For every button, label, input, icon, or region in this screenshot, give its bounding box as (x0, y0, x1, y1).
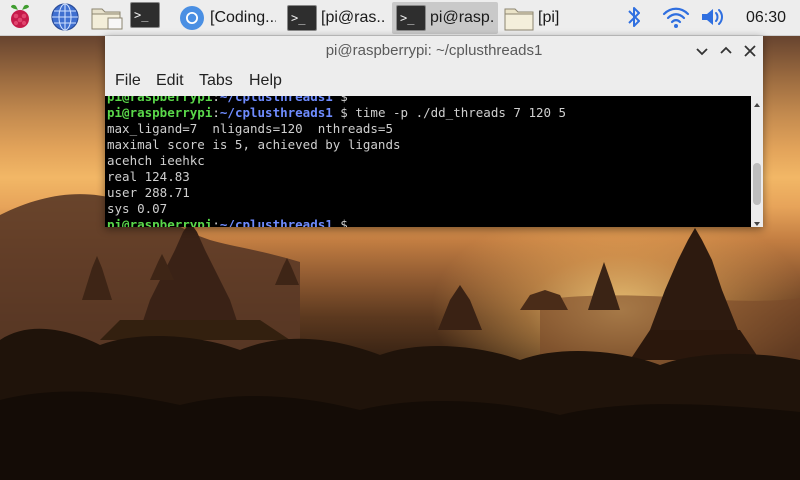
raspberry-menu-icon[interactable] (5, 2, 35, 32)
mid-temple-3 (438, 285, 482, 330)
prompt-user: pi@raspberrypi (107, 105, 213, 120)
terminal-prompt-line: pi@raspberrypi:~/cplusthreads1 $ (107, 96, 566, 105)
mid-temple-1 (588, 262, 620, 310)
scroll-down-arrow-icon[interactable] (751, 215, 763, 227)
terminal-prompt-line: pi@raspberrypi:~/cplusthreads1 $ (107, 217, 566, 227)
task-chromium[interactable]: [Coding... (174, 2, 280, 34)
web-browser-icon[interactable] (50, 2, 80, 32)
terminal-output-line: max_ligand=7 nligands=120 nthreads=5 (107, 121, 393, 136)
wifi-icon[interactable] (660, 2, 692, 32)
maximize-icon[interactable] (717, 42, 735, 60)
terminal-output-line: sys 0.07 (107, 201, 168, 216)
right-temple (650, 228, 738, 330)
prompt-path: ~/cplusthreads1 (219, 217, 333, 227)
chromium-icon (180, 6, 204, 30)
folder-icon (504, 8, 534, 31)
menu-help[interactable]: Help (248, 66, 283, 96)
task-label-chromium: [Coding... (210, 9, 276, 26)
foreground-trees-2 (0, 391, 800, 480)
task-terminal-2[interactable]: >_ pi@rasp... (392, 2, 498, 34)
menu-tabs[interactable]: Tabs (198, 66, 234, 96)
scroll-up-arrow-icon[interactable] (751, 96, 763, 108)
terminal-window: pi@raspberrypi: ~/cplusthreads1 File Edi… (105, 36, 763, 227)
terminal-output-line: maximal score is 5, achieved by ligands (107, 137, 401, 152)
prompt-user: pi@raspberrypi (107, 217, 213, 227)
prompt-symbol: $ (332, 96, 348, 104)
task-label-file-manager: [pi] (538, 9, 560, 26)
left-stupa-base (100, 320, 290, 340)
prompt-separator: : (212, 105, 220, 120)
menu-file[interactable]: File (114, 66, 142, 96)
terminal-output-line: real 124.83 (107, 169, 190, 184)
prompt-symbol: $ (332, 105, 348, 120)
terminal-output[interactable]: pi@raspberrypi:~/cplusthreads1 $ pi@raspb… (105, 96, 751, 227)
menu-bar: File Edit Tabs Help (105, 66, 763, 96)
minimize-icon[interactable] (693, 42, 711, 60)
bluetooth-icon[interactable] (622, 2, 646, 32)
window-titlebar[interactable]: pi@raspberrypi: ~/cplusthreads1 (105, 36, 763, 66)
task-terminal-1[interactable]: >_ [pi@ras... (283, 2, 389, 34)
terminal-output-line: user 288.71 (107, 185, 190, 200)
scrollbar[interactable] (751, 96, 763, 227)
task-label-terminal-2: pi@rasp... (430, 9, 494, 26)
prompt-symbol: $ (332, 217, 348, 227)
file-manager-icon[interactable] (90, 2, 123, 32)
window-title: pi@raspberrypi: ~/cplusthreads1 (325, 42, 543, 59)
volume-icon[interactable] (698, 2, 728, 32)
close-icon[interactable] (741, 42, 759, 60)
terminal-icon[interactable]: >_ (130, 2, 160, 32)
clock[interactable]: 06:30 (746, 0, 786, 36)
task-label-terminal-1: [pi@ras... (321, 9, 385, 26)
prompt-separator: : (212, 217, 220, 227)
prompt-user: pi@raspberrypi (107, 96, 213, 104)
terminal-glyph: >_ (130, 2, 160, 28)
terminal-icon: >_ (287, 5, 317, 31)
task-file-manager[interactable]: [pi] (500, 2, 606, 34)
prompt-path: ~/cplusthreads1 (219, 96, 333, 104)
menu-edit[interactable]: Edit (155, 66, 185, 96)
prompt-separator: : (212, 96, 220, 104)
prompt-command: time -p ./dd_threads 7 120 5 (347, 105, 567, 120)
prompt-path: ~/cplusthreads1 (219, 105, 333, 120)
terminal-output-line: acehch ieehkc (107, 153, 205, 168)
terminal-prompt-line: pi@raspberrypi:~/cplusthreads1 $ time -p… (107, 105, 566, 121)
scrollbar-thumb[interactable] (753, 163, 761, 205)
terminal-icon: >_ (396, 5, 426, 31)
taskbar: >_ [Coding... >_ [pi@ras... >_ pi@rasp..… (0, 0, 800, 36)
terminal-lines: pi@raspberrypi:~/cplusthreads1 $ pi@raspb… (107, 96, 566, 227)
mid-temple-2 (520, 290, 568, 310)
